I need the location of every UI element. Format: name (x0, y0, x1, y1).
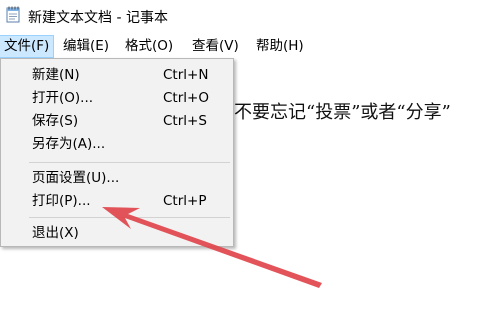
editor-content: 不要忘记“投票”或者“分享” (234, 102, 451, 123)
menu-file[interactable]: 文件(F) (0, 35, 55, 58)
file-menu-dropdown: 新建(N) Ctrl+N 打开(O)... Ctrl+O 保存(S) Ctrl+… (0, 58, 234, 247)
notepad-icon (6, 6, 20, 23)
menu-item-label: 退出(X) (32, 225, 79, 241)
menu-item-label: 打印(P)... (32, 193, 91, 209)
menu-view[interactable]: 查看(V) (188, 35, 243, 58)
menu-item-shortcut: Ctrl+O (163, 90, 209, 106)
title-bar: 新建文本文档 - 记事本 (0, 0, 503, 34)
menu-item-shortcut: Ctrl+N (163, 67, 209, 83)
menu-item-page-setup[interactable]: 页面设置(U)... (3, 167, 231, 189)
menu-item-save[interactable]: 保存(S) Ctrl+S (3, 110, 231, 132)
menu-bar: 文件(F) 编辑(E) 格式(O) 查看(V) 帮助(H) (0, 35, 503, 59)
menu-separator (29, 162, 230, 163)
menu-item-label: 页面设置(U)... (32, 170, 120, 186)
menu-item-open[interactable]: 打开(O)... Ctrl+O (3, 87, 231, 109)
menu-edit[interactable]: 编辑(E) (59, 35, 113, 58)
menu-item-print[interactable]: 打印(P)... Ctrl+P (3, 190, 231, 212)
menu-item-shortcut: Ctrl+P (163, 193, 207, 209)
menu-item-exit[interactable]: 退出(X) (3, 222, 231, 244)
menu-item-label: 打开(O)... (32, 90, 94, 106)
menu-format[interactable]: 格式(O) (121, 35, 177, 58)
menu-item-label: 另存为(A)... (32, 136, 106, 152)
window-title: 新建文本文档 - 记事本 (28, 10, 168, 26)
menu-separator (29, 217, 230, 218)
notepad-window: 新建文本文档 - 记事本 文件(F) 编辑(E) 格式(O) 查看(V) 帮助(… (0, 0, 503, 323)
menu-item-label: 新建(N) (32, 67, 80, 83)
menu-item-new[interactable]: 新建(N) Ctrl+N (3, 64, 231, 86)
menu-help[interactable]: 帮助(H) (252, 35, 308, 58)
menu-item-save-as[interactable]: 另存为(A)... (3, 133, 231, 155)
menu-item-label: 保存(S) (32, 113, 79, 129)
menu-item-shortcut: Ctrl+S (163, 113, 207, 129)
